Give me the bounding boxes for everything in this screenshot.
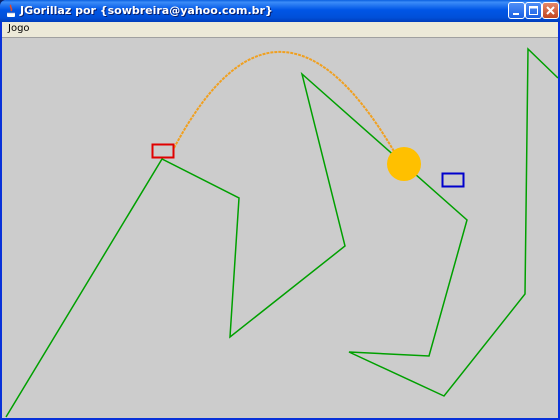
close-icon: [546, 6, 555, 15]
java-app-icon[interactable]: [4, 3, 18, 19]
title-bar[interactable]: JGorillaz por {sowbreira@yahoo.com.br}: [0, 0, 560, 22]
minimize-button[interactable]: [508, 2, 525, 19]
maximize-icon: [529, 6, 538, 15]
canvas-background: [2, 38, 558, 418]
menu-bar: Jogo: [2, 22, 558, 38]
minimize-icon: [513, 13, 519, 15]
menu-jogo[interactable]: Jogo: [7, 23, 31, 34]
game-canvas[interactable]: [2, 38, 558, 418]
maximize-button[interactable]: [525, 2, 542, 19]
close-button[interactable]: [542, 2, 559, 19]
window-title: JGorillaz por {sowbreira@yahoo.com.br}: [20, 4, 273, 17]
sun: [387, 147, 421, 181]
app-window: JGorillaz por {sowbreira@yahoo.com.br} J…: [0, 0, 560, 420]
